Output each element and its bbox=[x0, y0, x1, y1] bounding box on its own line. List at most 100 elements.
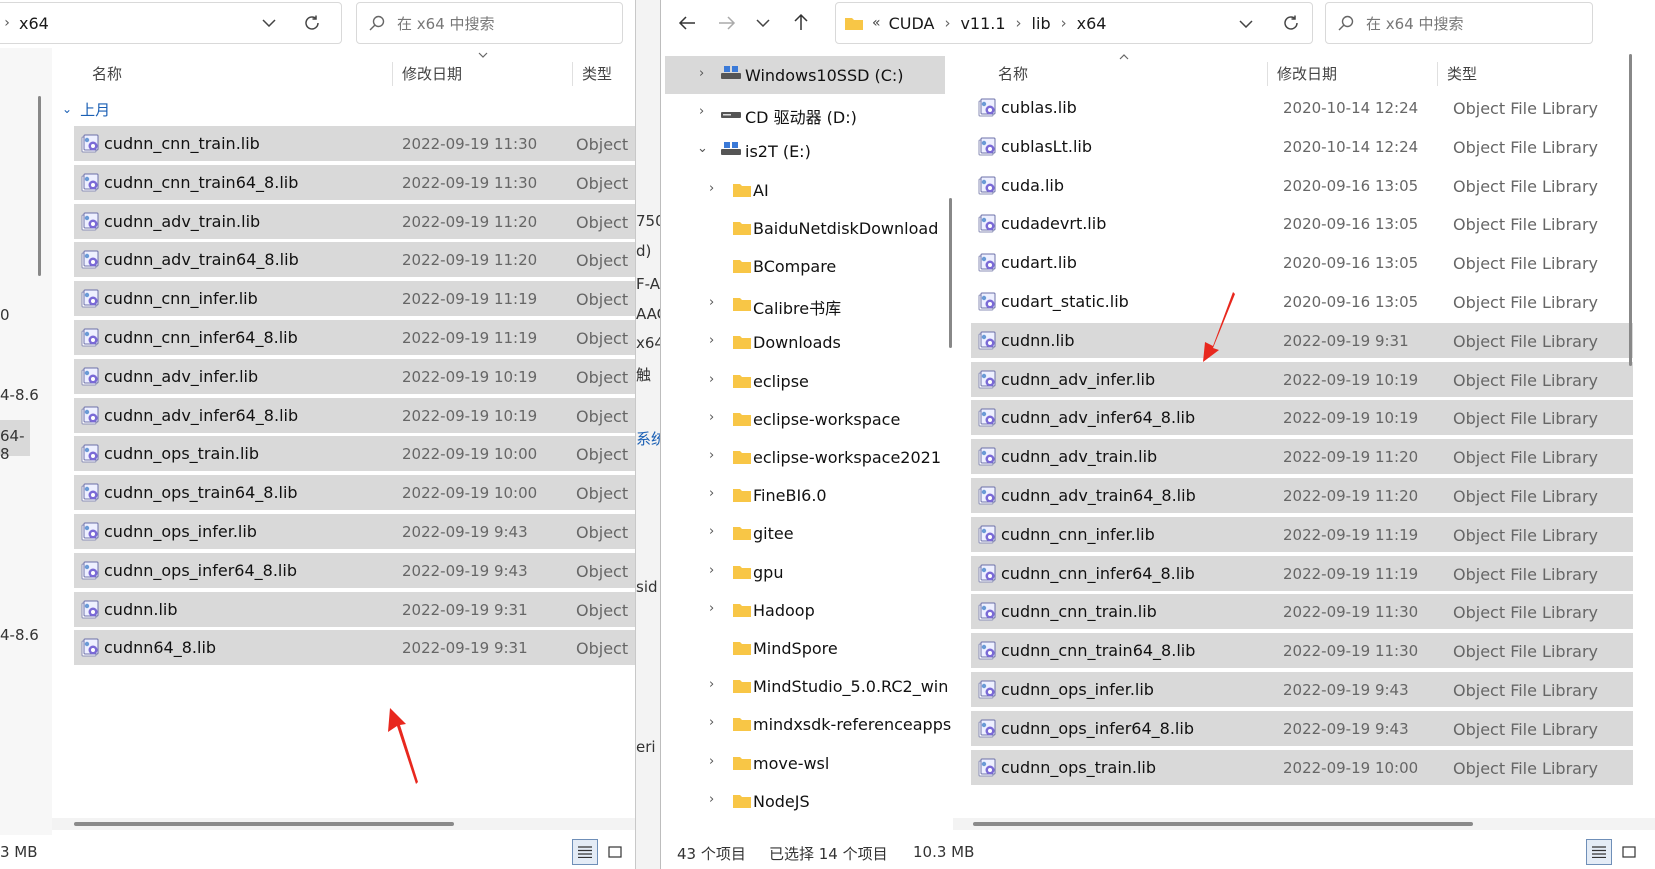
chevron-right-icon[interactable]: › bbox=[709, 181, 714, 196]
details-view-button[interactable] bbox=[572, 839, 598, 865]
chevron-down-icon[interactable] bbox=[1236, 14, 1256, 34]
nav-tree-item[interactable]: › eclipse-workspace2021 bbox=[665, 438, 945, 476]
column-separator[interactable] bbox=[392, 62, 393, 86]
chevron-right-icon[interactable]: › bbox=[699, 66, 704, 81]
table-row[interactable]: cudnn_ops_infer64_8.lib 2022-09-19 9:43 Ob… bbox=[74, 552, 635, 588]
table-row[interactable]: cudnn_adv_infer.lib 2022-09-19 10:19 Objec… bbox=[74, 358, 635, 394]
overflow-chevron[interactable]: « bbox=[872, 15, 881, 31]
chevron-right-icon[interactable]: › bbox=[709, 601, 714, 616]
nav-tree-item[interactable]: › Windows10SSD (C:) bbox=[665, 56, 945, 94]
col-header-type[interactable]: 类型 bbox=[582, 63, 612, 84]
table-row[interactable]: cudnn_ops_infer.lib 2022-09-19 9:43 Object bbox=[74, 514, 635, 549]
table-row[interactable]: cudnn_cnn_infer64_8.lib 2022-09-19 11:19 O… bbox=[74, 320, 635, 355]
table-row[interactable]: cudnn_adv_infer.lib 2022-09-19 10:19 Objec… bbox=[971, 361, 1633, 397]
nav-scrollbar-thumb[interactable] bbox=[949, 198, 952, 348]
right-h-scroll-thumb[interactable] bbox=[973, 822, 1473, 826]
left-address-crumb[interactable]: x64 bbox=[19, 14, 49, 33]
right-search-box[interactable]: 在 x64 中搜索 bbox=[1325, 2, 1593, 44]
chevron-right-icon[interactable]: › bbox=[709, 677, 714, 692]
chevron-right-icon[interactable]: › bbox=[709, 372, 714, 387]
table-row[interactable]: cudnn_cnn_infer.lib 2022-09-19 11:19 Objec… bbox=[971, 516, 1633, 552]
table-row[interactable]: cudnn_adv_train.lib 2022-09-19 11:20 Objec… bbox=[74, 203, 635, 239]
table-row[interactable]: cudnn64_8.lib 2022-09-19 9:31 Object bbox=[74, 630, 635, 666]
table-row[interactable]: cudnn_cnn_infer.lib 2022-09-19 11:19 Objec… bbox=[74, 281, 635, 317]
table-row[interactable]: cudnn_ops_infer.lib 2022-09-19 9:43 Object… bbox=[971, 672, 1633, 707]
chevron-down-icon[interactable] bbox=[259, 13, 279, 33]
col-header-date[interactable]: 修改日期 bbox=[402, 63, 462, 84]
chevron-right-icon[interactable]: › bbox=[709, 295, 714, 310]
left-h-scroll-thumb[interactable] bbox=[74, 822, 454, 826]
chevron-right-icon[interactable]: › bbox=[699, 104, 704, 119]
col-header-name[interactable]: 名称 bbox=[92, 63, 122, 84]
left-nav-scrollbar[interactable] bbox=[38, 96, 41, 276]
group-header-last-month[interactable]: ⌄ 上月 bbox=[62, 96, 110, 122]
chevron-right-icon[interactable]: › bbox=[709, 486, 714, 501]
col-header-date[interactable]: 修改日期 bbox=[1277, 63, 1337, 84]
table-row[interactable]: cudart_static.lib 2020-09-16 13:05 Object … bbox=[971, 284, 1633, 319]
nav-tree-item[interactable]: MindSpore bbox=[665, 629, 945, 667]
left-address-bar[interactable]: › x64 bbox=[0, 2, 342, 44]
up-arrow-icon[interactable] bbox=[789, 10, 813, 34]
table-row[interactable]: cudart.lib 2020-09-16 13:05 Object File Li… bbox=[971, 245, 1633, 280]
nav-tree-item[interactable]: › eclipse bbox=[665, 362, 945, 400]
table-row[interactable]: cudnn_adv_train.lib 2022-09-19 11:20 Objec… bbox=[971, 439, 1633, 475]
recent-chevron-down-icon[interactable] bbox=[753, 13, 773, 33]
chevron-right-icon[interactable]: › bbox=[709, 410, 714, 425]
chevron-right-icon[interactable]: › bbox=[709, 524, 714, 539]
table-row[interactable]: cuda.lib 2020-09-16 13:05 Object File Libr… bbox=[971, 168, 1633, 203]
nav-tree-item[interactable]: BCompare bbox=[665, 247, 945, 285]
column-separator[interactable] bbox=[1437, 62, 1438, 86]
nav-tree-item[interactable]: › FineBI6.0 bbox=[665, 476, 945, 514]
table-row[interactable]: cudnn.lib 2022-09-19 9:31 Object bbox=[74, 591, 635, 627]
nav-tree-item[interactable]: BaiduNetdiskDownload bbox=[665, 209, 945, 247]
table-row[interactable]: cudnn_ops_train64_8.lib 2022-09-19 10:00 O… bbox=[74, 475, 635, 511]
left-h-scroll-track[interactable] bbox=[52, 818, 635, 830]
table-row[interactable]: cudnn_cnn_train64_8.lib 2022-09-19 11:30 O… bbox=[971, 633, 1633, 669]
crumb-v11[interactable]: v11.1 bbox=[960, 14, 1005, 33]
chevron-down-icon[interactable]: ⌄ bbox=[697, 141, 708, 156]
right-h-scroll-track[interactable] bbox=[953, 818, 1655, 830]
chevron-right-icon[interactable]: › bbox=[709, 448, 714, 463]
left-search-box[interactable]: 在 x64 中搜索 bbox=[356, 2, 623, 44]
crumb-x64[interactable]: x64 bbox=[1077, 14, 1107, 33]
table-row[interactable]: cudnn_adv_infer64_8.lib 2022-09-19 10:19 O… bbox=[74, 397, 635, 433]
table-row[interactable]: cudnn_cnn_infer64_8.lib 2022-09-19 11:19 O… bbox=[971, 555, 1633, 591]
chevron-right-icon[interactable]: › bbox=[709, 754, 714, 769]
col-header-type[interactable]: 类型 bbox=[1447, 63, 1477, 84]
nav-tree-item[interactable]: › AI bbox=[665, 171, 945, 209]
tiles-view-button[interactable] bbox=[1616, 839, 1642, 865]
column-separator[interactable] bbox=[572, 62, 573, 86]
table-row[interactable]: cudnn_ops_train.lib 2022-09-19 10:00 Objec… bbox=[74, 436, 635, 472]
table-row[interactable]: cudnn_cnn_train.lib 2022-09-19 11:30 Objec… bbox=[74, 126, 635, 161]
table-row[interactable]: cudnn_adv_infer64_8.lib 2022-09-19 10:19 O… bbox=[971, 400, 1633, 436]
forward-arrow-icon[interactable] bbox=[715, 11, 739, 35]
table-row[interactable]: cudnn_cnn_train64_8.lib 2022-09-19 11:30 O… bbox=[74, 164, 635, 200]
chevron-right-icon[interactable]: › bbox=[709, 333, 714, 348]
nav-tree-item[interactable]: › gitee bbox=[665, 514, 945, 552]
chevron-right-icon[interactable]: › bbox=[709, 715, 714, 730]
nav-tree-item[interactable]: › Hadoop bbox=[665, 591, 945, 629]
nav-tree-item[interactable]: › Calibre书库 bbox=[665, 285, 945, 323]
crumb-cuda[interactable]: CUDA bbox=[889, 14, 935, 33]
table-row[interactable]: cudnn_adv_train64_8.lib 2022-09-19 11:20 O… bbox=[74, 242, 635, 278]
right-address-bar[interactable]: « CUDA › v11.1 › lib › x64 bbox=[835, 2, 1313, 44]
back-arrow-icon[interactable] bbox=[675, 11, 699, 35]
refresh-icon[interactable] bbox=[1280, 12, 1302, 34]
nav-tree-item[interactable]: › Downloads bbox=[665, 323, 945, 361]
nav-tree-item[interactable]: › gpu bbox=[665, 553, 945, 591]
table-row[interactable]: cudnn_adv_train64_8.lib 2022-09-19 11:20 O… bbox=[971, 478, 1633, 513]
details-view-button[interactable] bbox=[1586, 839, 1612, 865]
nav-tree-item[interactable]: › eclipse-workspace bbox=[665, 400, 945, 438]
chevron-right-icon[interactable]: › bbox=[709, 563, 714, 578]
col-header-name[interactable]: 名称 bbox=[998, 63, 1028, 84]
chevron-right-icon[interactable]: › bbox=[709, 792, 714, 807]
crumb-lib[interactable]: lib bbox=[1032, 14, 1051, 33]
nav-selected-item[interactable]: 64-8 bbox=[0, 420, 30, 463]
table-row[interactable]: cudnn.lib 2022-09-19 9:31 Object File Libr… bbox=[971, 322, 1633, 358]
nav-tree-item[interactable]: › CD 驱动器 (D:) bbox=[665, 94, 945, 132]
table-row[interactable]: cudadevrt.lib 2020-09-16 13:05 Object File… bbox=[971, 206, 1633, 241]
column-separator[interactable] bbox=[1267, 62, 1268, 86]
tiles-view-button[interactable] bbox=[602, 839, 628, 865]
nav-tree-item[interactable]: › NodeJS bbox=[665, 782, 945, 820]
table-row[interactable]: cublasLt.lib 2020-10-14 12:24 Object File … bbox=[971, 129, 1633, 164]
